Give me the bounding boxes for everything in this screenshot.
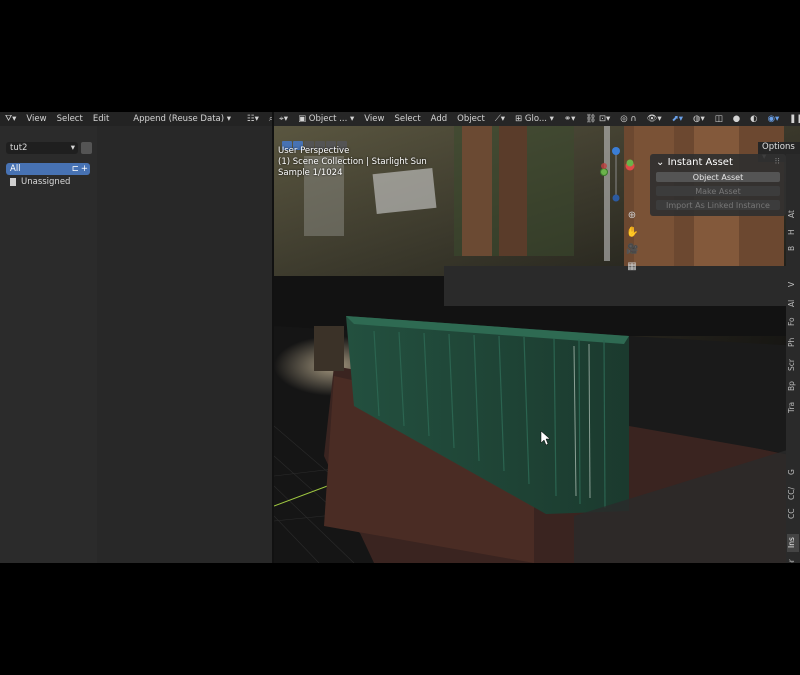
file-icon (10, 177, 16, 186)
filter-icon[interactable]: ⊏ (72, 164, 79, 174)
menu-add[interactable]: Add (426, 114, 452, 124)
sidebar-toggle-icon[interactable]: ❚❚ (784, 114, 800, 124)
chevron-down-icon: ▾ (546, 114, 554, 124)
drag-handle-icon[interactable]: ⁝⁝ (775, 157, 780, 167)
xray-icon[interactable]: ◫ (710, 114, 728, 124)
menu-view[interactable]: View (359, 114, 389, 124)
shading-material-icon[interactable]: ◐ (745, 114, 762, 124)
mode-dropdown[interactable]: ▣ Object ... ▾ (293, 114, 359, 124)
tab-cc-slash[interactable]: CC/ (787, 484, 799, 502)
chevron-down-icon: ⌄ (656, 157, 668, 168)
tab-tra[interactable]: Tra (787, 398, 799, 416)
asset-browser-header: ⛛▾ View Select Edit Append (Reuse Data) … (0, 112, 274, 126)
chevron-down-icon: ▾ (70, 143, 75, 153)
visibility-icon[interactable]: 👁▾ (642, 114, 667, 124)
object-asset-button[interactable]: Object Asset (656, 172, 780, 182)
tab-v[interactable]: V (787, 278, 799, 290)
view-name: User Perspective (278, 146, 350, 156)
make-asset-button[interactable]: Make Asset (656, 186, 780, 196)
instant-asset-panel: ⌄ Instant Asset ⁝⁝ Object Asset Make Ass… (650, 154, 786, 216)
import-mode-dropdown[interactable]: Append (Reuse Data) ▾ (128, 114, 236, 124)
options-label: Options (762, 142, 795, 152)
shading-rendered-icon[interactable]: ◉▾ (763, 114, 785, 124)
shading-solid-icon[interactable]: ● (728, 114, 745, 124)
chevron-down-icon: ▾ (226, 114, 232, 124)
tab-ph[interactable]: Ph (787, 334, 799, 350)
collection-info: (1) Scene Collection | Starlight Sun (278, 157, 427, 167)
zoom-icon[interactable]: ⊕ (626, 210, 638, 222)
orientation-icon: ⊞ (515, 114, 525, 124)
library-name: tut2 (10, 143, 28, 153)
blender-window: ⛛▾ View Select Edit Append (Reuse Data) … (0, 112, 800, 563)
mode-label: Object ... (308, 114, 348, 124)
menu-select[interactable]: Select (389, 114, 425, 124)
gizmo-toggle-icon[interactable]: ⬈▾ (667, 114, 688, 124)
tab-ins[interactable]: Ins (787, 534, 799, 552)
catalog-panel: tut2 ▾ All ⊏ + Unassigned (0, 126, 97, 563)
pivot-icon[interactable]: ⚭▾ (559, 114, 580, 124)
import-mode-label: Append (Reuse Data) (133, 114, 225, 124)
tab-b[interactable]: B (787, 242, 799, 254)
menu-edit[interactable]: Edit (88, 114, 114, 124)
menu-object[interactable]: Object (452, 114, 490, 124)
object-mode-icon: ▣ (298, 114, 309, 124)
add-catalog-icon[interactable]: + (81, 164, 88, 174)
tab-fo[interactable]: Fo (787, 314, 799, 330)
asset-browser: ⛛▾ View Select Edit Append (Reuse Data) … (0, 112, 274, 563)
tab-al[interactable]: Al (787, 296, 799, 310)
sidebar-tabs: At H B V Al Fo Ph Scr Bp Tra G CC/ CC In… (786, 154, 800, 563)
viewport-scene[interactable]: User Perspective (1) Scene Collection | … (274, 126, 800, 563)
tab-g[interactable]: G (787, 466, 799, 478)
gpencil-icon[interactable]: ⟋▾ (490, 114, 510, 124)
panel-title: Instant Asset (667, 157, 733, 168)
tab-at[interactable]: At (787, 206, 799, 222)
render-samples: Sample 1/1024 (278, 168, 343, 178)
asset-grid[interactable] (97, 126, 272, 563)
menu-select[interactable]: Select (52, 114, 88, 124)
proportional-edit-icon[interactable]: ◎ ∩ (615, 114, 641, 124)
grid-perspective-icon[interactable]: ▦ (626, 261, 638, 273)
library-dropdown[interactable]: tut2 ▾ (6, 142, 78, 154)
catalog-label: All (10, 164, 21, 174)
viewport-info: User Perspective (1) Scene Collection | … (278, 146, 427, 179)
tab-h[interactable]: H (787, 226, 799, 238)
editor-type-icon[interactable]: ⌖▾ (274, 114, 293, 124)
import-linked-instance-button[interactable]: Import As Linked Instance (656, 200, 780, 210)
tab-scr[interactable]: Scr (787, 356, 799, 374)
catalog-label: Unassigned (21, 176, 71, 187)
catalog-item-unassigned[interactable]: Unassigned (6, 175, 90, 188)
panel-header[interactable]: ⌄ Instant Asset (656, 157, 733, 168)
menu-view[interactable]: View (21, 114, 51, 124)
editor-type-icon[interactable]: ⛛▾ (0, 114, 21, 124)
orientation-dropdown[interactable]: ⊞ Glo... ▾ (510, 114, 559, 124)
chevron-down-icon: ▾ (347, 114, 355, 124)
pan-hand-icon[interactable]: ✋ (626, 227, 638, 239)
overlays-icon[interactable]: ◍▾ (688, 114, 710, 124)
refresh-library-button[interactable] (81, 142, 92, 154)
tab-gr[interactable]: Gr (787, 556, 799, 563)
display-mode-icon[interactable]: ☷▾ (242, 114, 264, 124)
viewport-3d: ⌖▾ ▣ Object ... ▾ View Select Add Object… (274, 112, 800, 563)
orientation-label: Glo... (524, 114, 547, 124)
snap-icon[interactable]: ⛓ ⊡▾ (580, 114, 615, 124)
viewport-header: ⌖▾ ▣ Object ... ▾ View Select Add Object… (274, 112, 800, 126)
navigation-gizmo[interactable] (596, 142, 636, 204)
camera-icon[interactable]: 🎥 (626, 244, 638, 256)
tab-bp[interactable]: Bp (787, 378, 799, 394)
tab-cc[interactable]: CC (787, 506, 799, 522)
catalog-item-all[interactable]: All ⊏ + (6, 163, 90, 175)
